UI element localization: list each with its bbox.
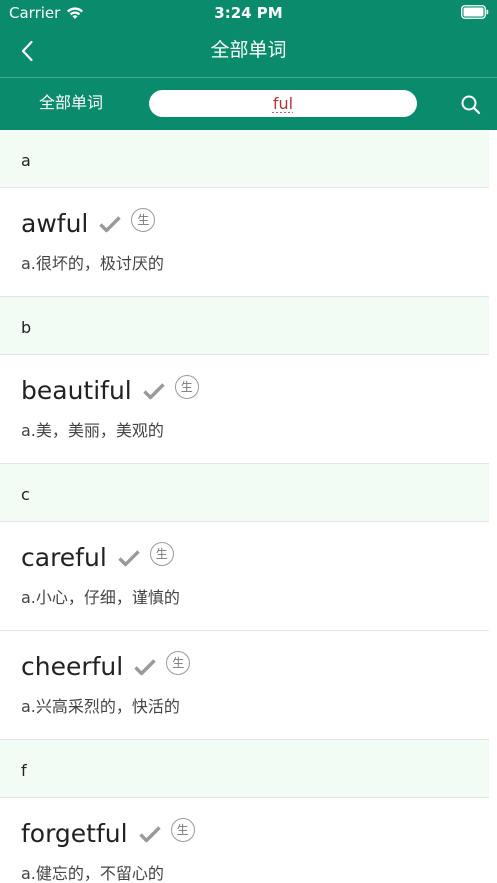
word-list[interactable]: a awful 生 a.很坏的，极讨厌的 b beautiful 生 a.美，美丽，美观的 c c…: [0, 130, 489, 883]
word-text: cheerful: [21, 652, 124, 681]
new-word-badge[interactable]: 生: [166, 651, 191, 675]
new-word-badge[interactable]: 生: [174, 375, 199, 399]
scroll-track: [489, 130, 497, 883]
word-meaning: a.美，美丽，美观的: [21, 421, 164, 440]
word-meaning: a.健忘的，不留心的: [21, 864, 164, 883]
check-icon[interactable]: [98, 214, 122, 234]
check-icon[interactable]: [142, 381, 166, 401]
word-list-item[interactable]: forgetful 生 a.健忘的，不留心的: [0, 798, 489, 883]
filter-selector[interactable]: 全部单词: [39, 93, 103, 113]
word-meaning: a.兴高采烈的，快活的: [21, 697, 180, 716]
check-icon[interactable]: [133, 657, 157, 677]
word-list-item[interactable]: careful 生 a.小心，仔细，谨慎的: [0, 522, 489, 631]
new-word-badge[interactable]: 生: [131, 208, 156, 232]
new-word-badge[interactable]: 生: [149, 542, 174, 566]
word-list-item[interactable]: beautiful 生 a.美，美丽，美观的: [0, 355, 489, 464]
word-line: forgetful 生: [21, 816, 195, 852]
section-letter: c: [21, 485, 30, 504]
header: Carrier 3:24 PM 全部单词 全部单词 ful: [0, 0, 497, 130]
word-text: careful: [21, 543, 107, 572]
search-icon[interactable]: [459, 93, 483, 117]
new-word-badge[interactable]: 生: [170, 818, 195, 842]
clock: 3:24 PM: [214, 4, 283, 22]
status-bar: Carrier 3:24 PM: [0, 0, 497, 26]
word-list-item[interactable]: cheerful 生 a.兴高采烈的，快活的: [0, 631, 489, 740]
check-icon[interactable]: [138, 824, 162, 844]
word-text: beautiful: [21, 376, 132, 405]
search-input[interactable]: [149, 90, 417, 117]
word-list-screen: Carrier 3:24 PM 全部单词 全部单词 ful a awful 生 …: [0, 0, 497, 883]
section-letter: b: [21, 318, 32, 337]
page-title: 全部单词: [210, 39, 287, 61]
search-bar: 全部单词: [0, 78, 497, 130]
word-line: careful 生: [21, 540, 174, 576]
word-line: cheerful 生: [21, 649, 191, 685]
navigation-bar: 全部单词: [0, 26, 497, 76]
battery-icon: [461, 5, 489, 19]
section-header: c: [0, 464, 489, 522]
word-line: beautiful 生: [21, 373, 199, 409]
section-letter: a: [21, 151, 31, 170]
word-text: forgetful: [21, 819, 128, 848]
word-line: awful 生: [21, 206, 156, 242]
word-meaning: a.小心，仔细，谨慎的: [21, 588, 180, 607]
section-header: f: [0, 740, 489, 798]
section-letter: f: [21, 761, 27, 780]
section-header: a: [0, 130, 489, 188]
section-header: b: [0, 297, 489, 355]
word-meaning: a.很坏的，极讨厌的: [21, 254, 164, 273]
word-list-item[interactable]: awful 生 a.很坏的，极讨厌的: [0, 188, 489, 297]
word-text: awful: [21, 209, 89, 238]
check-icon[interactable]: [117, 548, 141, 568]
